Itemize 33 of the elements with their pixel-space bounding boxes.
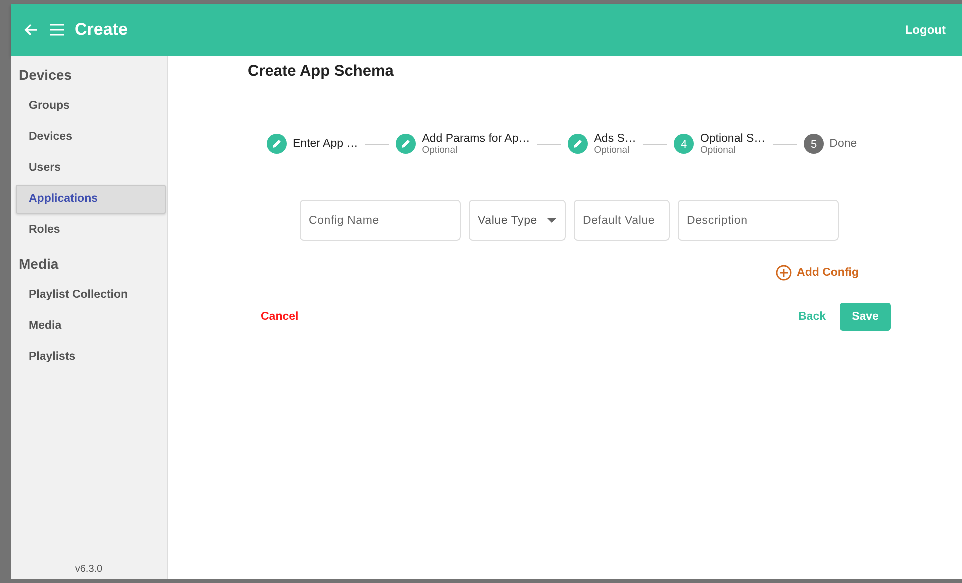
nav-item[interactable]: Devices	[16, 123, 166, 152]
input-field[interactable]: Default Value	[574, 200, 670, 241]
nav-item[interactable]: Media	[16, 312, 166, 341]
step-optional-label: Optional	[700, 144, 737, 156]
nav-item[interactable]: Groups	[16, 92, 166, 121]
version-label: v6.3.0	[75, 564, 103, 575]
add-circle-icon	[776, 265, 792, 281]
nav-item[interactable]: Users	[16, 154, 166, 183]
step-optional-label: Optional	[594, 144, 631, 156]
step-label: Optional S…	[700, 132, 766, 144]
nav-item[interactable]: Playlist Collection	[16, 281, 166, 310]
step-label: Ads S…	[594, 132, 636, 144]
dropdown-caret-icon	[547, 218, 557, 223]
nav-item[interactable]: Applications	[16, 185, 166, 214]
cancel-button[interactable]: Cancel	[261, 307, 299, 327]
nav-item[interactable]: Playlists	[16, 343, 166, 372]
nav-item[interactable]: Roles	[16, 216, 166, 245]
step-label: Done	[830, 138, 858, 150]
input-field[interactable]: Description	[678, 200, 839, 241]
section-heading: Media	[18, 255, 60, 274]
step-number-icon: 4	[674, 134, 694, 154]
input-field[interactable]: Config Name	[300, 200, 461, 241]
page-title: Create App Schema	[248, 62, 395, 82]
add-config-button[interactable]: Add Config	[776, 265, 859, 281]
menu-icon[interactable]	[49, 23, 65, 37]
select-field[interactable]: Value Type	[469, 200, 566, 241]
step-number-icon: 5	[804, 134, 824, 154]
step-label: Add Params for Ap…	[422, 132, 530, 144]
section-heading: Devices	[18, 66, 73, 85]
step-optional-label: Optional	[422, 144, 459, 156]
step-label: Enter App …	[293, 138, 358, 150]
back-arrow-icon[interactable]	[23, 22, 39, 38]
app-bar-title: Create	[75, 20, 128, 40]
